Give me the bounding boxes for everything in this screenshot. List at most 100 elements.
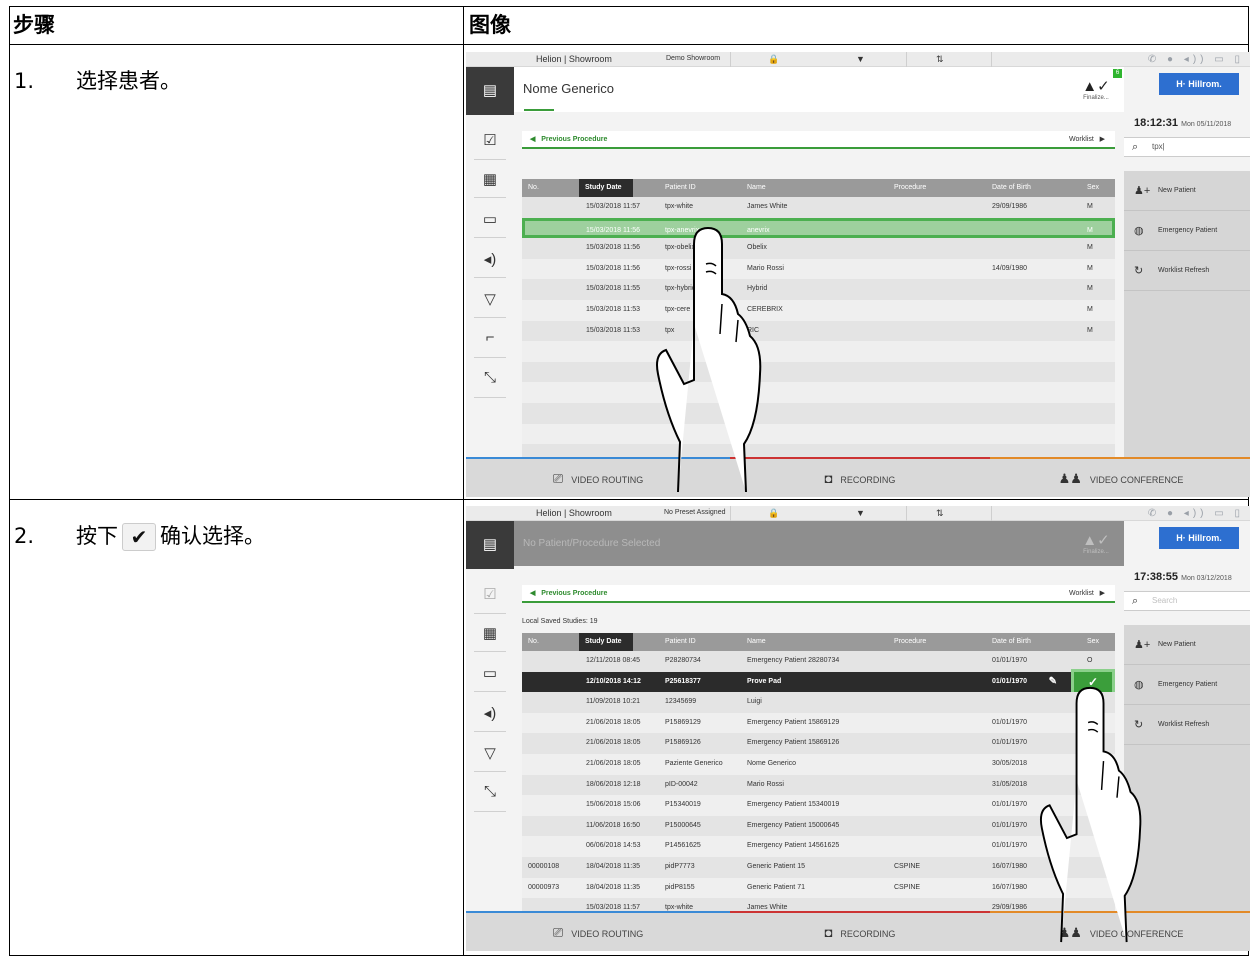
- chevron-down-icon[interactable]: ▼: [856, 54, 865, 64]
- patient-tab[interactable]: ▤: [466, 521, 514, 569]
- table-row[interactable]: [522, 341, 1115, 362]
- room-label: Helion | Showroom: [536, 54, 612, 64]
- table-row[interactable]: 12/11/2018 08:45 P28280734 Emergency Patie…: [522, 651, 1115, 672]
- cell-pid: pID-00042: [665, 780, 698, 788]
- column-header[interactable]: Procedure: [894, 638, 926, 645]
- previous-procedure-link[interactable]: ◀ Previous Procedure: [530, 585, 607, 603]
- cell-name: Mario Rossi: [747, 780, 784, 788]
- column-header[interactable]: Patient ID: [665, 184, 696, 191]
- lock-icon[interactable]: 🔒: [768, 54, 779, 65]
- video-conference-button[interactable]: ♟♟ VIDEO CONFERENCE: [990, 457, 1250, 497]
- surgical-light-icon[interactable]: ▽: [466, 290, 514, 308]
- cell-name: CEREBRIX: [747, 305, 783, 313]
- column-header[interactable]: Procedure: [894, 184, 926, 191]
- emergency-patient-button[interactable]: ◍ Emergency Patient: [1124, 211, 1250, 251]
- cell-pid: Paziente Generico: [665, 759, 723, 767]
- table-row[interactable]: 21/06/2018 18:05 P15869126 Emergency Patie…: [522, 733, 1115, 754]
- table-row[interactable]: 06/06/2018 14:53 P14561625 Emergency Patie…: [522, 836, 1115, 857]
- worklist-link[interactable]: Worklist ▶: [1069, 585, 1105, 603]
- table-row[interactable]: 18/06/2018 12:18 pID-00042 Mario Rossi 31/0…: [522, 774, 1115, 796]
- lock-icon[interactable]: 🔒: [768, 508, 779, 519]
- camera-arrows-icon[interactable]: ⤡: [466, 783, 514, 800]
- table-row[interactable]: 15/03/2018 11:53 tpx-cere CEREBRIX M: [522, 299, 1115, 321]
- column-header[interactable]: Sex: [1087, 184, 1099, 191]
- user-switch-icon[interactable]: ⇅: [936, 508, 944, 519]
- table-row[interactable]: 15/03/2018 11:56 tpx-anevrix anevrix M: [522, 217, 1115, 239]
- column-header[interactable]: Name: [747, 184, 766, 191]
- table-row[interactable]: 11/06/2018 16:50 P15000645 Emergency Patie…: [522, 815, 1115, 837]
- cell-name: Mario Rossi: [747, 264, 784, 272]
- column-header[interactable]: No.: [528, 638, 539, 645]
- speaker-icon[interactable]: ◂): [466, 704, 514, 722]
- new-patient-button[interactable]: ♟+ New Patient: [1124, 625, 1250, 665]
- finalize-button[interactable]: ▲✓ Finalize...: [1078, 531, 1114, 555]
- cell-name: Emergency Patient 15869126: [747, 739, 840, 747]
- search-input[interactable]: ⌕ Search: [1124, 591, 1250, 611]
- new-patient-button[interactable]: ♟+ New Patient: [1124, 171, 1250, 211]
- video-routing-button[interactable]: ⎚ VIDEO ROUTING: [466, 911, 730, 951]
- table-row[interactable]: [522, 382, 1115, 403]
- table-row[interactable]: 15/03/2018 11:57 tpx-white James White 29/0…: [522, 197, 1115, 218]
- column-header[interactable]: Date of Birth: [992, 638, 1031, 645]
- table-row[interactable]: 21/06/2018 18:05 P15869129 Emergency Patie…: [522, 712, 1115, 734]
- table-row[interactable]: 15/03/2018 11:56 tpx-rossi Mario Rossi 14/0…: [522, 258, 1115, 280]
- column-header[interactable]: Name: [747, 638, 766, 645]
- video-conference-button[interactable]: ♟♟ VIDEO CONFERENCE: [990, 911, 1250, 951]
- chevron-down-icon[interactable]: ▼: [856, 508, 865, 518]
- emergency-light-icon: ◍: [1134, 225, 1144, 237]
- worklist-refresh-button[interactable]: ↻ Worklist Refresh: [1124, 705, 1250, 745]
- table-row[interactable]: 00000108 18/04/2018 11:35 pidP7773 Generic …: [522, 856, 1115, 878]
- edit-pencil-icon[interactable]: ✎: [1049, 676, 1057, 687]
- cell-pid: P15000645: [665, 821, 701, 829]
- video-routing-button[interactable]: ⎚ VIDEO ROUTING: [466, 457, 730, 497]
- emergency-patient-button[interactable]: ◍ Emergency Patient: [1124, 665, 1250, 705]
- confirm-checkmark-button[interactable]: ✓: [1071, 668, 1115, 695]
- clipboard-icon[interactable]: ☑: [466, 585, 514, 603]
- screenshot-confirm-selection: Helion | Showroom No Preset Assigned 🔒 ▼…: [466, 506, 1250, 951]
- table-row[interactable]: 21/06/2018 18:05 Paziente Generico Nome Ge…: [522, 753, 1115, 775]
- monitor-icon[interactable]: ▭: [466, 664, 514, 682]
- recording-button[interactable]: ◘ RECORDING: [730, 911, 990, 951]
- add-user-icon: ♟+: [1134, 639, 1151, 651]
- table-row[interactable]: 12/10/2018 14:12 P25618377 Prove Pad 01/01/…: [522, 668, 1115, 695]
- stack-icon[interactable]: ▦: [466, 624, 514, 642]
- column-header[interactable]: Date of Birth: [992, 184, 1031, 191]
- clipboard-icon[interactable]: ☑: [466, 131, 514, 149]
- cell-dob: 01/01/1970: [992, 821, 1028, 829]
- cell-pid: P28280734: [665, 657, 701, 664]
- cell-date: 15/03/2018 11:56: [586, 226, 640, 234]
- bottom-bar: ⎚ VIDEO ROUTING ◘ RECORDING ♟♟ VIDEO CONFER…: [466, 457, 1250, 497]
- column-header[interactable]: Study Date: [579, 633, 633, 651]
- previous-procedure-link[interactable]: ◀ Previous Procedure: [530, 131, 607, 149]
- finalize-button[interactable]: ▲✓ Finalize...: [1078, 77, 1114, 101]
- recording-button[interactable]: ◘ RECORDING: [730, 457, 990, 497]
- table-row[interactable]: 15/03/2018 11:53 tpx RIC M: [522, 320, 1115, 342]
- camera-arrows-icon[interactable]: ⤡: [466, 369, 514, 386]
- cell-pid: P14561625: [665, 842, 701, 850]
- table-row[interactable]: 15/06/2018 15:06 P15340019 Emergency Patie…: [522, 795, 1115, 816]
- patient-name: Nome Generico: [523, 81, 615, 96]
- table-row[interactable]: 15/03/2018 11:56 tpx-obelix Obelix M: [522, 238, 1115, 259]
- table-row[interactable]: [522, 361, 1115, 383]
- cell-proc: CSPINE: [894, 883, 921, 891]
- column-header[interactable]: Sex: [1087, 638, 1099, 645]
- table-row[interactable]: [522, 423, 1115, 445]
- worklist-refresh-button[interactable]: ↻ Worklist Refresh: [1124, 251, 1250, 291]
- table-row[interactable]: [522, 402, 1115, 424]
- monitor-icon[interactable]: ▭: [466, 210, 514, 228]
- search-input[interactable]: ⌕ tpx|: [1124, 137, 1250, 157]
- table-tilt-icon[interactable]: ⌐: [466, 329, 514, 346]
- patient-tab[interactable]: ▤: [466, 67, 514, 115]
- speaker-icon[interactable]: ◂): [466, 250, 514, 268]
- column-header[interactable]: Patient ID: [665, 638, 696, 645]
- surgical-light-icon[interactable]: ▽: [466, 744, 514, 762]
- stack-icon[interactable]: ▦: [466, 170, 514, 188]
- table-row[interactable]: 11/09/2018 10:21 12345699 Luigi M: [522, 692, 1115, 713]
- column-header[interactable]: No.: [528, 184, 539, 191]
- column-header[interactable]: Study Date: [579, 179, 633, 197]
- table-row[interactable]: 00000973 18/04/2018 11:35 pidP8155 Generic …: [522, 877, 1115, 899]
- table-row[interactable]: 15/03/2018 11:55 tpx-hybrid Hybrid M: [522, 279, 1115, 300]
- worklist-link[interactable]: Worklist ▶: [1069, 131, 1105, 149]
- user-switch-icon[interactable]: ⇅: [936, 54, 944, 65]
- cell-pid: P15869129: [665, 718, 701, 726]
